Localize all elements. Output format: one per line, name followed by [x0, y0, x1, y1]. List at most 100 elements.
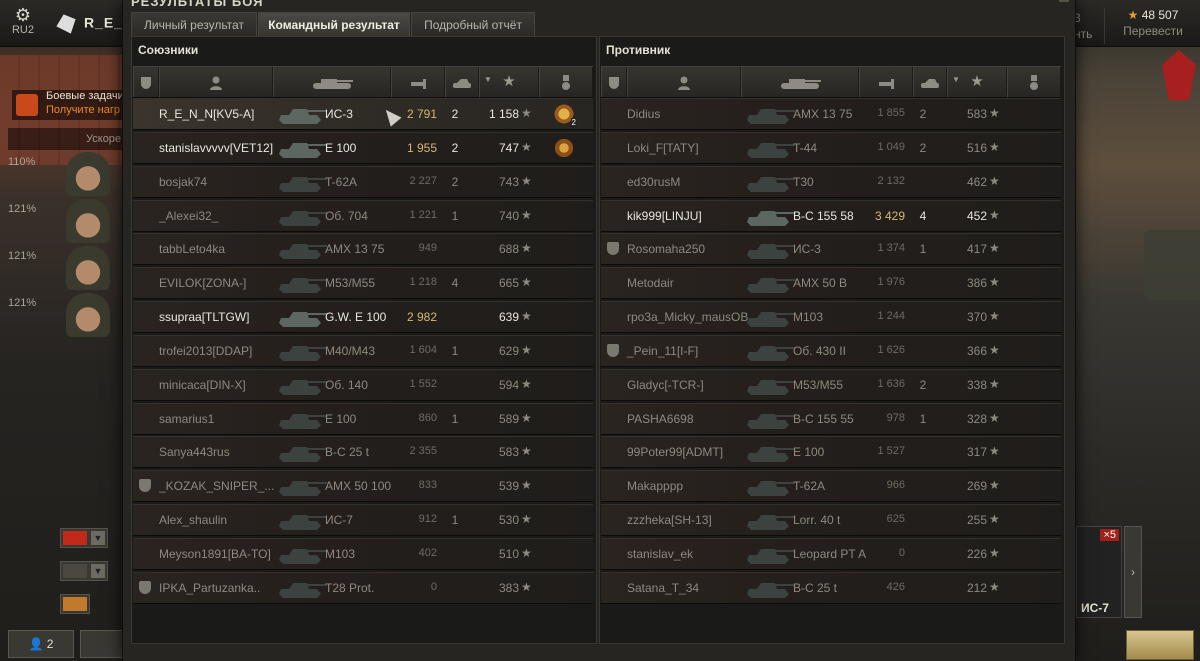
column-header-damage-icon[interactable] [859, 67, 913, 97]
xp-value: 212 [966, 580, 987, 595]
table-row[interactable]: Loki_F[TATY] T-44 1 049 2 516 ★ [601, 131, 1061, 164]
medal-icon[interactable] [553, 136, 575, 159]
player-name: Meyson1891[BA-TO] [159, 546, 271, 561]
xp-star-icon: ★ [989, 275, 1000, 290]
tank-name: Lorr. 40 t [793, 513, 841, 528]
carousel-next-button[interactable]: › [1124, 526, 1142, 618]
crew-skill-pct: 121% [8, 250, 37, 262]
crew-member[interactable]: 121% [0, 291, 122, 338]
column-header-tank-icon[interactable] [273, 67, 391, 97]
tank-icon [273, 136, 329, 160]
column-header-platoon-icon[interactable] [133, 67, 159, 97]
tab-team[interactable]: Командный результат [258, 12, 410, 36]
xp-star-icon: ★ [521, 478, 532, 493]
table-row[interactable]: Sanya443rus B-C 25 t 2 355 583 ★ [133, 436, 593, 469]
tab-personal[interactable]: Личный результат [131, 12, 257, 36]
column-header-medal-icon[interactable] [539, 67, 593, 97]
table-row[interactable]: ed30rusM T30 2 132 462 ★ [601, 165, 1061, 198]
damage-value: 1 604 [409, 343, 437, 356]
medal-icon[interactable]: 2 [553, 103, 577, 127]
platoon-button[interactable]: 👤 2 [8, 630, 74, 658]
column-header-medal-icon[interactable] [1007, 67, 1061, 97]
table-row[interactable]: Gladyc[-TCR-] M53/M55 1 636 2 338 ★ [601, 368, 1061, 401]
table-row[interactable]: R_E_N_N[KV5-A] ИС-3 2 791 2 1 158 ★ 2 [133, 98, 593, 130]
class-filter-dropdown[interactable]: ▼ [60, 561, 108, 581]
nation-filter-dropdown[interactable]: ▼ [60, 528, 108, 548]
ammo-toggle[interactable] [60, 594, 90, 614]
xp-star-icon: ★ [521, 410, 532, 425]
crew-member[interactable]: 110% [0, 150, 122, 197]
player-name: stanislavvvvv[VET12] [159, 140, 274, 155]
column-header-damage-icon[interactable] [391, 67, 445, 97]
xp-star-icon: ★ [989, 309, 1000, 324]
table-row[interactable]: PASHA6698 B-C 155 55 978 1 328 ★ [601, 402, 1061, 435]
close-icon[interactable] [1059, 0, 1069, 2]
column-header-platoon-icon[interactable] [601, 67, 627, 97]
player-profile[interactable]: R_E_ [54, 12, 123, 36]
crew-member[interactable]: 121% [0, 197, 122, 244]
table-row[interactable]: 99Poter99[ADMT] E 100 1 527 317 ★ [601, 436, 1061, 469]
table-row[interactable]: Metodair AMX 50 B 1 976 386 ★ [601, 267, 1061, 300]
column-header-player-icon[interactable] [627, 67, 741, 97]
xp-value: 1 158 [488, 107, 519, 121]
missions-title: Боевые задачи [46, 90, 124, 102]
column-header-kills-icon[interactable] [913, 67, 947, 97]
column-header-xp-star-icon[interactable]: ★ ▼ [947, 67, 1007, 97]
table-row[interactable]: Alex_shaulin ИС-7 912 1 530 ★ [133, 504, 593, 537]
battle-button[interactable] [1126, 630, 1194, 660]
table-row[interactable]: _Pein_11[I-F] Об. 430 II 1 626 366 ★ [601, 334, 1061, 367]
column-header-xp-star-icon[interactable]: ★ ▼ [479, 67, 539, 97]
player-name: rpo3a_Micky_mausOB [627, 310, 749, 325]
tank-icon [273, 102, 329, 126]
convert-link[interactable]: Перевести [1105, 24, 1200, 38]
column-header-player-icon[interactable] [159, 67, 273, 97]
table-row[interactable]: _Alexei32_ Об. 704 1 221 1 740 ★ [133, 199, 593, 232]
xp-star-icon: ★ [521, 512, 532, 527]
gold-balance[interactable]: ★ 48 507 Перевести [1104, 8, 1200, 44]
table-row[interactable]: stanislav_ek Leopard PT A 0 226 ★ [601, 537, 1061, 570]
enemies-title: Противник [606, 43, 671, 57]
table-row[interactable]: bosjak74 T-62A 2 227 2 743 ★ [133, 165, 593, 198]
table-row[interactable]: Meyson1891[BA-TO] M103 402 510 ★ [133, 537, 593, 570]
tank-icon [741, 474, 797, 498]
player-name: IPKA_Partuzanka.. [159, 580, 261, 595]
player-name: R_E_ [84, 14, 124, 31]
server-selector[interactable]: ⚙ RU2 [6, 6, 40, 36]
column-header-tank-icon[interactable] [741, 67, 859, 97]
table-row[interactable]: rpo3a_Micky_mausOB M103 1 244 370 ★ [601, 301, 1061, 334]
table-row[interactable]: EVILOK[ZONA-] M53/M55 1 218 4 665 ★ [133, 267, 593, 300]
table-row[interactable]: Didius AMX 13 75 1 855 2 583 ★ [601, 98, 1061, 130]
tank-icon [273, 305, 329, 329]
damage-value: 0 [430, 580, 437, 593]
vehicle-carousel-item[interactable]: ×5 ИС-7 [1076, 526, 1122, 618]
platoon-icon [139, 580, 151, 594]
table-row[interactable]: minicaca[DIN-X] Об. 140 1 552 594 ★ [133, 368, 593, 401]
chat-button[interactable] [80, 630, 126, 658]
table-row[interactable]: ssupraa[TLTGW] G.W. E 100 2 982 639 ★ [133, 301, 593, 334]
accelerate-crew-toggle[interactable]: Ускоре [8, 128, 122, 150]
crew-portrait [66, 152, 110, 196]
damage-value: 2 355 [409, 445, 437, 458]
tank-name: AMX 50 B [793, 276, 848, 291]
tank-name: M103 [793, 310, 824, 325]
crew-member[interactable]: 121% [0, 244, 122, 291]
table-row[interactable]: trofei2013[DDAP] M40/M43 1 604 1 629 ★ [133, 334, 593, 367]
table-row[interactable]: Makapppp T-62A 966 269 ★ [601, 470, 1061, 503]
xp-value: 665 [498, 276, 519, 291]
ussr-flag-icon [63, 531, 87, 545]
tab-detailed[interactable]: Подробный отчёт [411, 12, 535, 36]
table-row[interactable]: Satana_T_34 B-C 25 t 426 212 ★ [601, 571, 1061, 604]
missions-widget[interactable]: Боевые задачи Получите нагр [12, 90, 124, 120]
table-row[interactable]: stanislavvvvv[VET12] E 100 1 955 2 747 ★ [133, 131, 593, 164]
table-row[interactable]: _KOZAK_SNIPER_... AMX 50 100 833 539 ★ [133, 470, 593, 503]
table-row[interactable]: kik999[LINJU] B-C 155 58 3 429 4 452 ★ [601, 199, 1061, 232]
table-row[interactable]: IPKA_Partuzanka.. T28 Prot. 0 383 ★ [133, 571, 593, 604]
table-row[interactable]: zzzheka[SH-13] Lorr. 40 t 625 255 ★ [601, 504, 1061, 537]
table-row[interactable]: tabbLeto4ka AMX 13 75 949 688 ★ [133, 233, 593, 266]
platoon-icon [607, 343, 619, 357]
column-header-kills-icon[interactable] [445, 67, 479, 97]
table-row[interactable]: samarius1 E 100 860 1 589 ★ [133, 402, 593, 435]
table-row[interactable]: Rosomaha250 ИС-3 1 374 1 417 ★ [601, 233, 1061, 266]
damage-value: 1 636 [877, 377, 905, 390]
player-name: Gladyc[-TCR-] [627, 377, 704, 392]
